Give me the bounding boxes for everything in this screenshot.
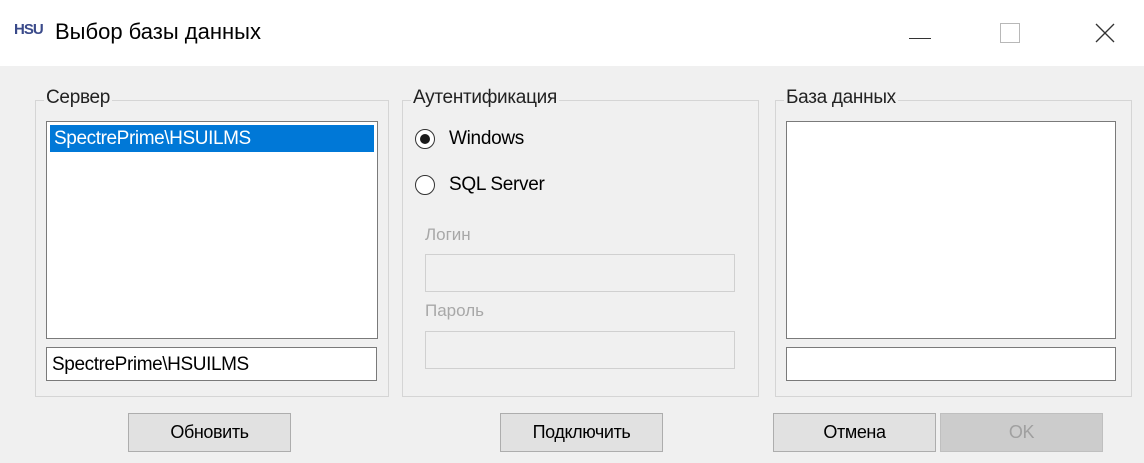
authentication-group-label: Аутентификация	[411, 87, 559, 109]
refresh-button[interactable]: Обновить	[128, 413, 291, 452]
password-input	[425, 331, 735, 369]
app-icon: HSU	[14, 21, 44, 38]
auth-windows-radio[interactable]: Windows	[415, 128, 524, 150]
server-group: Сервер SpectrePrime\HSUILMS SpectrePrime…	[35, 87, 389, 397]
server-group-label: Сервер	[44, 87, 113, 109]
radio-dot-icon	[420, 134, 430, 144]
cancel-button[interactable]: Отмена	[773, 413, 936, 452]
server-list-item[interactable]: SpectrePrime\HSUILMS	[50, 125, 374, 152]
login-label: Логин	[425, 225, 471, 244]
close-icon	[1095, 23, 1115, 43]
authentication-group: Аутентификация Windows SQL Server Логин …	[402, 87, 759, 397]
password-label: Пароль	[425, 301, 484, 320]
maximize-icon	[1000, 23, 1020, 43]
title-bar: HSU Выбор базы данных	[0, 0, 1144, 66]
radio-checked-icon	[415, 129, 435, 149]
auth-sql-server-radio[interactable]: SQL Server	[415, 174, 545, 196]
minimize-button[interactable]	[890, 10, 950, 56]
connect-button[interactable]: Подключить	[500, 413, 663, 452]
database-group-label: База данных	[784, 87, 898, 109]
database-list[interactable]	[786, 121, 1116, 339]
server-list[interactable]: SpectrePrime\HSUILMS	[46, 121, 378, 339]
close-button[interactable]	[1075, 10, 1135, 56]
database-name-input[interactable]	[786, 347, 1116, 381]
auth-windows-label: Windows	[449, 128, 524, 149]
server-name-input[interactable]: SpectrePrime\HSUILMS	[46, 347, 377, 381]
window-title: Выбор базы данных	[55, 19, 261, 44]
login-input	[425, 254, 735, 292]
maximize-button	[980, 10, 1040, 56]
database-group: База данных	[775, 87, 1132, 397]
minimize-icon	[909, 37, 931, 39]
radio-unchecked-icon	[415, 175, 435, 195]
auth-sql-server-label: SQL Server	[449, 174, 545, 195]
ok-button: OK	[940, 413, 1103, 452]
database-selection-dialog: HSU Выбор базы данных Сервер SpectrePrim…	[0, 0, 1144, 463]
